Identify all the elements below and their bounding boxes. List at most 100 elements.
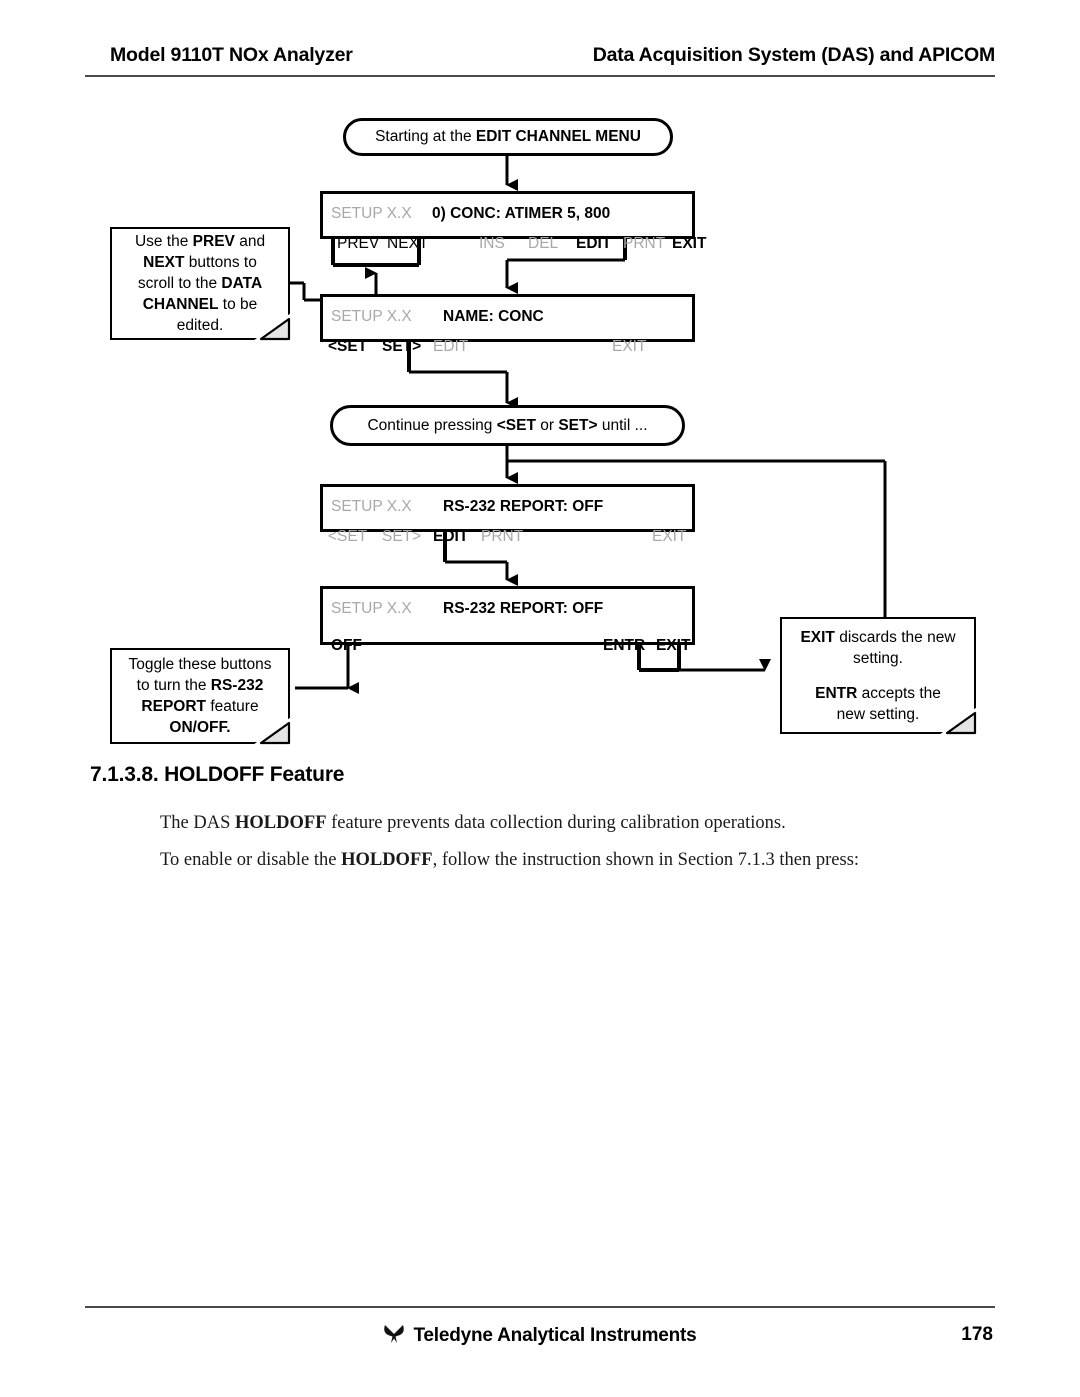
display-3-row-buttons: <SET SET> EDIT PRNT EXIT	[323, 524, 692, 550]
display-4-button-entr[interactable]: ENTR	[603, 633, 645, 659]
display-2-setup-label: SETUP X.X	[331, 308, 412, 325]
display-2-button-set-left[interactable]: <SET	[328, 334, 367, 360]
display-3-button-edit[interactable]: EDIT	[433, 524, 468, 550]
note-prev-next-l3a: scroll to the	[137, 275, 222, 292]
footer-page-number: 178	[961, 1324, 993, 1345]
flowchart: Starting at the EDIT CHANNEL MENU SETUP …	[0, 0, 1080, 770]
display-4-button-exit[interactable]: EXIT	[656, 633, 690, 659]
note-toggle-l4: ON/OFF.	[169, 719, 231, 736]
display-4-row-buttons: OFF ENTR EXIT	[323, 633, 692, 659]
display-2-button-set-right[interactable]: SET>	[382, 334, 421, 360]
note-prev-next-line-3: scroll to the DATA	[138, 273, 262, 294]
note-exit-entr-l3b: accepts the	[857, 684, 941, 702]
note-fold-corner-icon	[253, 313, 291, 341]
display-3-button-set-right[interactable]: SET>	[382, 524, 421, 550]
note-toggle-line-1: Toggle these buttons	[128, 656, 272, 673]
display-2-row-buttons: <SET SET> EDIT EXIT	[323, 334, 692, 360]
note-toggle-l2b: RS-232	[210, 677, 264, 694]
note-prev-next-l4a: CHANNEL	[142, 296, 219, 313]
display-1-setup-label: SETUP X.X	[331, 205, 412, 222]
note-prev-next-line-5: edited.	[176, 317, 224, 334]
display-4-value: RS-232 REPORT: OFF	[443, 600, 604, 617]
display-4-button-off[interactable]: OFF	[331, 633, 362, 659]
continue-part-3: until ...	[597, 416, 648, 434]
display-2-button-edit[interactable]: EDIT	[433, 334, 468, 360]
footer-company-line: Teledyne Analytical Instruments	[85, 1324, 995, 1350]
note-fold-corner-icon	[253, 717, 291, 745]
display-1-row-buttons: PREV NEXT INS DEL EDIT PRNT EXIT	[323, 231, 706, 257]
display-1-button-prnt[interactable]: PRNT	[623, 231, 665, 257]
display-2-button-exit[interactable]: EXIT	[612, 334, 646, 360]
section-heading: 7.1.3.8. HOLDOFF Feature	[90, 763, 345, 786]
paragraph-1-part-b: HOLDOFF	[235, 813, 327, 833]
display-2-value: NAME: CONC	[443, 308, 544, 325]
note-toggle-line-2: to turn the RS-232	[137, 675, 264, 696]
display-1-row-top: SETUP X.X 0) CONC: ATIMER 5, 800	[323, 201, 692, 227]
continue-emphasis-1: <SET	[496, 416, 536, 434]
note-prev-next-l4b: to be	[218, 296, 258, 313]
note-exit-entr-line-2: setting.	[853, 649, 903, 667]
note-toggle-l3a: REPORT	[141, 698, 207, 715]
paragraph-2-part-c: , follow the instruction shown in Sectio…	[432, 850, 860, 870]
page-footer: Teledyne Analytical Instruments 178	[85, 1306, 995, 1376]
note-exit-entr: EXIT discards the new setting. ENTR acce…	[780, 617, 977, 735]
paragraph-2-part-b: HOLDOFF	[341, 850, 433, 870]
note-toggle-l3b: feature	[206, 698, 259, 715]
continue-part-1: Continue pressing	[367, 416, 497, 434]
note-prev-next-line-4: CHANNEL to be	[143, 294, 258, 315]
note-prev-next-l2a: NEXT	[143, 254, 185, 271]
note-toggle-rs232: Toggle these buttons to turn the RS-232 …	[110, 648, 291, 745]
display-1-value: 0) CONC: ATIMER 5, 800	[432, 205, 611, 222]
display-panel-4: SETUP X.X RS-232 REPORT: OFF OFF ENTR EX…	[320, 586, 695, 654]
display-3-setup-label: SETUP X.X	[331, 498, 412, 515]
footer-rule	[85, 1306, 995, 1308]
note-prev-next-l1b: PREV	[192, 233, 235, 250]
note-fold-corner-icon	[939, 707, 977, 735]
continue-terminator: Continue pressing <SET or SET> until ...	[330, 405, 685, 446]
paragraph-1-part-a: The DAS	[160, 813, 236, 833]
note-prev-next-l1c: and	[234, 233, 266, 250]
note-prev-next-line-1: Use the PREV and	[135, 231, 265, 252]
display-1-button-ins[interactable]: INS	[479, 231, 505, 257]
display-3-button-exit[interactable]: EXIT	[652, 524, 686, 550]
display-2-row-top: SETUP X.X NAME: CONC	[323, 304, 692, 330]
note-toggle-line-4: ON/OFF.	[169, 717, 230, 738]
display-3-button-prnt[interactable]: PRNT	[481, 524, 523, 550]
display-1-button-prev[interactable]: PREV	[337, 231, 379, 257]
display-4-row-top: SETUP X.X RS-232 REPORT: OFF	[323, 596, 692, 622]
paragraph-1-part-c: feature prevents data collection during …	[326, 813, 786, 833]
section-paragraph-2: To enable or disable the HOLDOFF, follow…	[160, 850, 859, 871]
note-exit-entr-line-3: ENTR accepts the	[815, 683, 941, 704]
note-toggle-line-3: REPORT feature	[141, 696, 258, 717]
note-toggle-l2a: to turn the	[136, 677, 211, 694]
start-emphasis: EDIT CHANNEL MENU	[475, 128, 641, 145]
note-prev-next-l1a: Use the	[134, 233, 193, 250]
section-paragraph-1: The DAS HOLDOFF feature prevents data co…	[160, 813, 786, 834]
note-exit-entr-l3a: ENTR	[815, 684, 858, 702]
paragraph-2-part-a: To enable or disable the	[160, 850, 342, 870]
start-prefix: Starting at the	[375, 128, 476, 145]
note-prev-next-l2b: buttons to	[184, 254, 257, 271]
display-1-button-del[interactable]: DEL	[528, 231, 558, 257]
display-4-setup-label: SETUP X.X	[331, 600, 412, 617]
note-exit-entr-l1a: EXIT	[800, 628, 835, 646]
display-3-row-top: SETUP X.X RS-232 REPORT: OFF	[323, 494, 692, 520]
footer-company-name: Teledyne Analytical Instruments	[413, 1325, 697, 1346]
start-terminator-text: Starting at the EDIT CHANNEL MENU	[375, 128, 641, 146]
note-exit-entr-l1b: discards the new	[834, 628, 956, 646]
display-3-button-set-left[interactable]: <SET	[328, 524, 367, 550]
note-prev-next: Use the PREV and NEXT buttons to scroll …	[110, 227, 291, 341]
display-panel-3: SETUP X.X RS-232 REPORT: OFF <SET SET> E…	[320, 484, 695, 545]
display-3-value: RS-232 REPORT: OFF	[443, 498, 604, 515]
display-1-button-edit[interactable]: EDIT	[576, 231, 611, 257]
display-1-button-exit[interactable]: EXIT	[672, 231, 706, 257]
display-panel-2: SETUP X.X NAME: CONC <SET SET> EDIT EXIT	[320, 294, 695, 355]
continue-emphasis-2: SET>	[558, 416, 598, 434]
teledyne-logo-icon	[383, 1324, 405, 1350]
display-1-button-next[interactable]: NEXT	[387, 231, 428, 257]
start-terminator: Starting at the EDIT CHANNEL MENU	[343, 118, 673, 156]
note-prev-next-line-2: NEXT buttons to	[143, 252, 257, 273]
note-prev-next-l3b: DATA	[221, 275, 263, 292]
note-exit-entr-line-4: new setting.	[836, 705, 920, 723]
continue-terminator-text: Continue pressing <SET or SET> until ...	[367, 417, 647, 435]
